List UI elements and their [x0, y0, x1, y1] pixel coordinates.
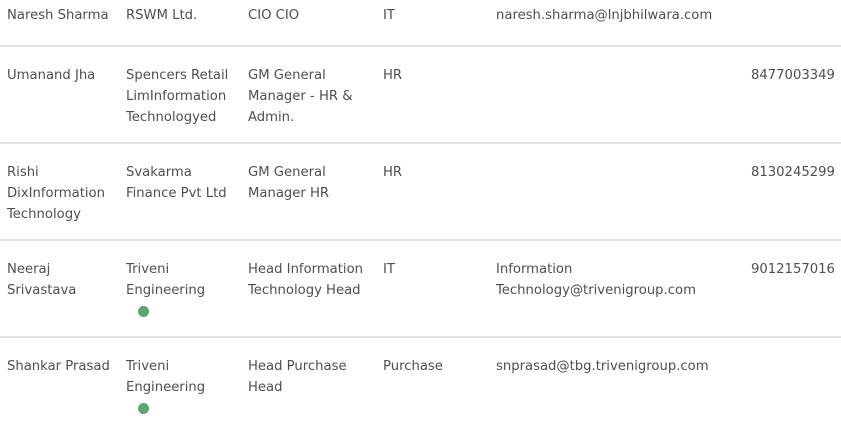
department: IT: [383, 8, 395, 23]
table-row: Naresh Sharma RSWM Ltd. CIO CIO IT nares…: [0, 0, 841, 47]
table-row: Umanand Jha Spencers Retail LimInformati…: [0, 47, 841, 144]
contact-name: Naresh Sharma: [7, 8, 109, 23]
company-name: Triveni Engineering: [126, 359, 206, 395]
job-title: Head Information Technology Head: [248, 262, 364, 298]
company-name: Svakarma Finance Pvt Ltd: [126, 165, 227, 201]
table-row: Rishi DixInformation Technology Svakarma…: [0, 144, 841, 241]
company-name: Spencers Retail LimInformation Technolog…: [126, 68, 229, 125]
job-title: GM General Manager - HR & Admin.: [248, 68, 353, 125]
email-address: naresh.sharma@lnjbhilwara.com: [496, 8, 713, 23]
department: HR: [383, 68, 403, 83]
job-title: CIO CIO: [248, 8, 300, 23]
department: IT: [383, 262, 395, 277]
company-name: RSWM Ltd.: [126, 8, 198, 23]
contact-name: Umanand Jha: [7, 68, 96, 83]
table-row: Shankar Prasad Triveni Engineering Head …: [0, 338, 841, 424]
contact-name: Neeraj Srivastava: [7, 262, 77, 298]
phone-number: 9012157016: [751, 262, 835, 277]
status-dot-icon: [138, 403, 149, 414]
contact-name: Shankar Prasad: [7, 359, 110, 374]
phone-number: 8130245299: [751, 165, 835, 180]
status-dot-icon: [138, 306, 149, 317]
department: HR: [383, 165, 403, 180]
contacts-table: Naresh Sharma RSWM Ltd. CIO CIO IT nares…: [0, 0, 841, 424]
email-address: snprasad@tbg.trivenigroup.com: [496, 359, 709, 374]
company-cell: Triveni Engineering: [126, 259, 244, 317]
company-cell: Triveni Engineering: [126, 356, 244, 414]
job-title: GM General Manager HR: [248, 165, 330, 201]
phone-number: 8477003349: [751, 68, 835, 83]
contact-name: Rishi DixInformation Technology: [7, 165, 105, 222]
company-name: Triveni Engineering: [126, 262, 206, 298]
email-address: Information Technology@trivenigroup.com: [496, 262, 696, 298]
table-row: Neeraj Srivastava Triveni Engineering He…: [0, 241, 841, 338]
job-title: Head Purchase Head: [248, 359, 347, 395]
department: Purchase: [383, 359, 443, 374]
